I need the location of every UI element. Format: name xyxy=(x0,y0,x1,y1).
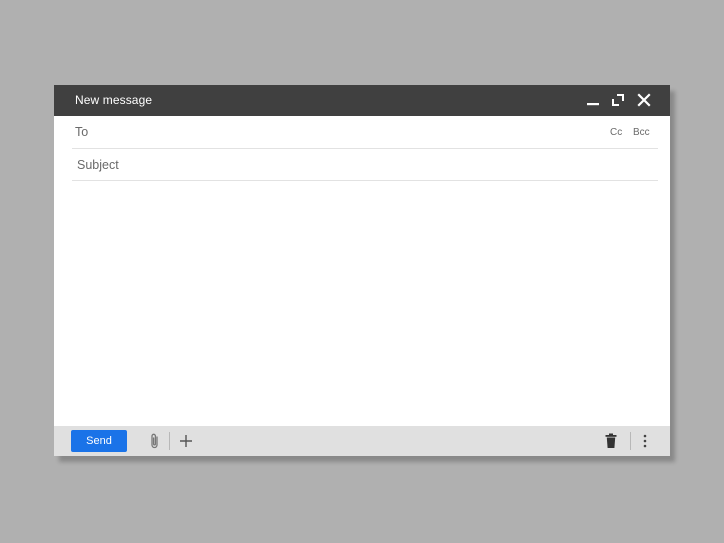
bottom-toolbar: Send xyxy=(54,426,670,456)
trash-icon[interactable] xyxy=(604,433,618,449)
bcc-link[interactable]: Bcc xyxy=(633,127,650,138)
to-label: To xyxy=(75,125,89,139)
subject-row xyxy=(72,149,658,181)
cc-link[interactable]: Cc xyxy=(610,127,622,138)
title-bar: New message xyxy=(54,85,670,116)
paperclip-icon[interactable] xyxy=(148,432,162,450)
to-row: To Cc Bcc xyxy=(72,117,658,149)
toolbar-divider xyxy=(169,432,170,450)
minimize-icon[interactable] xyxy=(585,92,601,108)
compose-window: New message To Cc Bcc Send xyxy=(54,85,670,456)
popout-icon[interactable] xyxy=(610,92,626,108)
message-body[interactable] xyxy=(72,185,662,425)
close-icon[interactable] xyxy=(636,92,652,108)
toolbar-divider-right xyxy=(630,432,631,450)
more-vert-icon[interactable] xyxy=(642,434,648,448)
subject-input[interactable] xyxy=(75,154,649,176)
window-title: New message xyxy=(75,93,153,107)
send-button[interactable]: Send xyxy=(71,430,127,452)
plus-icon[interactable] xyxy=(179,434,193,448)
to-input[interactable] xyxy=(112,122,596,144)
